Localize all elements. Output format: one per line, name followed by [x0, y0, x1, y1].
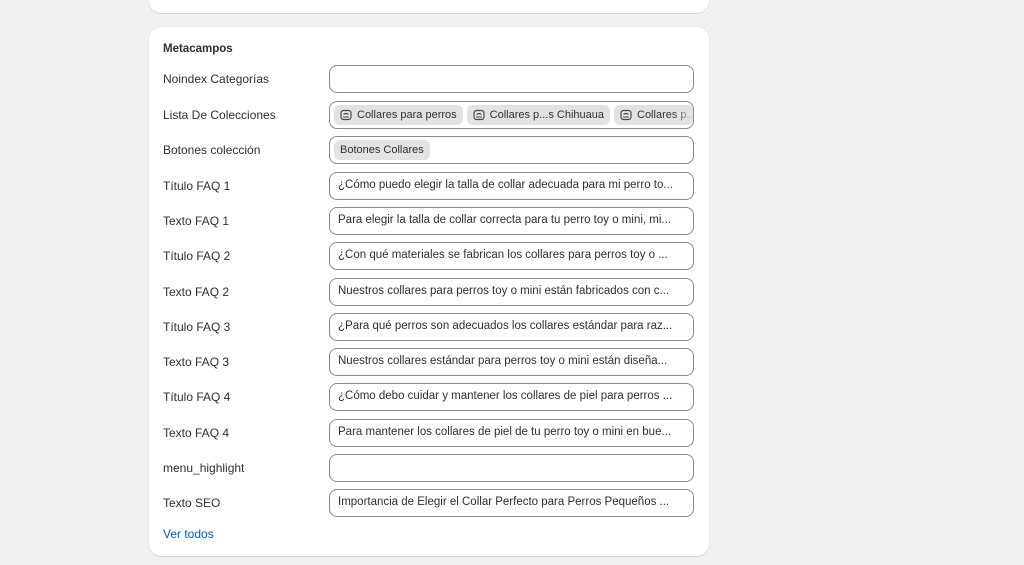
view-all-link[interactable]: Ver todos: [163, 527, 214, 541]
faq-text-2-field[interactable]: Nuestros collares para perros toy o mini…: [329, 278, 694, 306]
faq-title-4-field[interactable]: ¿Cómo debo cuidar y mantener los collare…: [329, 383, 694, 411]
metafield-row-seo: Texto SEO Importancia de Elegir el Colla…: [149, 489, 709, 517]
metafield-row-faq-text-1: Texto FAQ 1 Para elegir la talla de coll…: [149, 207, 709, 235]
metafield-label: Título FAQ 3: [163, 320, 231, 334]
seo-text-field[interactable]: Importancia de Elegir el Collar Perfecto…: [329, 489, 694, 517]
collection-icon: [620, 109, 632, 121]
menu-highlight-field[interactable]: [329, 454, 694, 482]
buttons-field[interactable]: Botones Collares: [329, 136, 694, 164]
metafield-row-noindex: Noindex Categorías: [149, 65, 709, 93]
metafield-row-faq-title-1: Título FAQ 1 ¿Cómo puedo elegir la talla…: [149, 172, 709, 200]
faq-title-3-field[interactable]: ¿Para qué perros son adecuados los colla…: [329, 313, 694, 341]
metafield-label: menu_highlight: [163, 461, 245, 475]
previous-card: [149, 0, 709, 13]
metafield-label: Título FAQ 4: [163, 390, 231, 404]
collection-chip[interactable]: Collares para perros: [334, 105, 463, 125]
metafield-row-faq-title-4: Título FAQ 4 ¿Cómo debo cuidar y mantene…: [149, 383, 709, 411]
metafield-label: Título FAQ 2: [163, 249, 231, 263]
metafield-row-menu-highlight: menu_highlight: [149, 454, 709, 482]
metafield-row-faq-text-4: Texto FAQ 4 Para mantener los collares d…: [149, 419, 709, 447]
metafields-card: Metacampos Noindex Categorías Lista De C…: [149, 27, 709, 556]
metafield-label: Noindex Categorías: [163, 72, 270, 86]
faq-text-3-field[interactable]: Nuestros collares estándar para perros t…: [329, 348, 694, 376]
buttons-chip[interactable]: Botones Collares: [334, 140, 430, 160]
collection-chip[interactable]: Collares p...s Chihuaua: [466, 105, 610, 125]
metafield-label: Texto SEO: [163, 496, 221, 510]
metafield-row-buttons: Botones colección Botones Collares: [149, 136, 709, 164]
metafield-row-faq-text-3: Texto FAQ 3 Nuestros collares estándar p…: [149, 348, 709, 376]
collection-icon: [340, 109, 352, 121]
collection-icon: [473, 109, 485, 121]
card-title: Metacampos: [163, 43, 233, 55]
collections-field[interactable]: Collares para perros Collares p...s Chih…: [329, 101, 694, 129]
noindex-field[interactable]: [329, 65, 694, 93]
metafield-label: Botones colección: [163, 143, 261, 157]
faq-title-1-field[interactable]: ¿Cómo puedo elegir la talla de collar ad…: [329, 172, 694, 200]
faq-text-1-field[interactable]: Para elegir la talla de collar correcta …: [329, 207, 694, 235]
metafield-label: Texto FAQ 1: [163, 214, 230, 228]
collection-chip[interactable]: Collares p...: [614, 105, 693, 125]
metafield-label: Texto FAQ 4: [163, 426, 230, 440]
metafield-label: Título FAQ 1: [163, 179, 231, 193]
faq-text-4-field[interactable]: Para mantener los collares de piel de tu…: [329, 419, 694, 447]
metafield-label: Lista De Colecciones: [163, 108, 276, 122]
metafield-row-faq-title-3: Título FAQ 3 ¿Para qué perros son adecua…: [149, 313, 709, 341]
metafield-label: Texto FAQ 2: [163, 285, 230, 299]
metafield-label: Texto FAQ 3: [163, 355, 230, 369]
metafield-row-collections: Lista De Colecciones Collares para perro…: [149, 101, 709, 129]
metafield-row-faq-text-2: Texto FAQ 2 Nuestros collares para perro…: [149, 278, 709, 306]
metafield-row-faq-title-2: Título FAQ 2 ¿Con qué materiales se fabr…: [149, 242, 709, 270]
faq-title-2-field[interactable]: ¿Con qué materiales se fabrican los coll…: [329, 242, 694, 270]
